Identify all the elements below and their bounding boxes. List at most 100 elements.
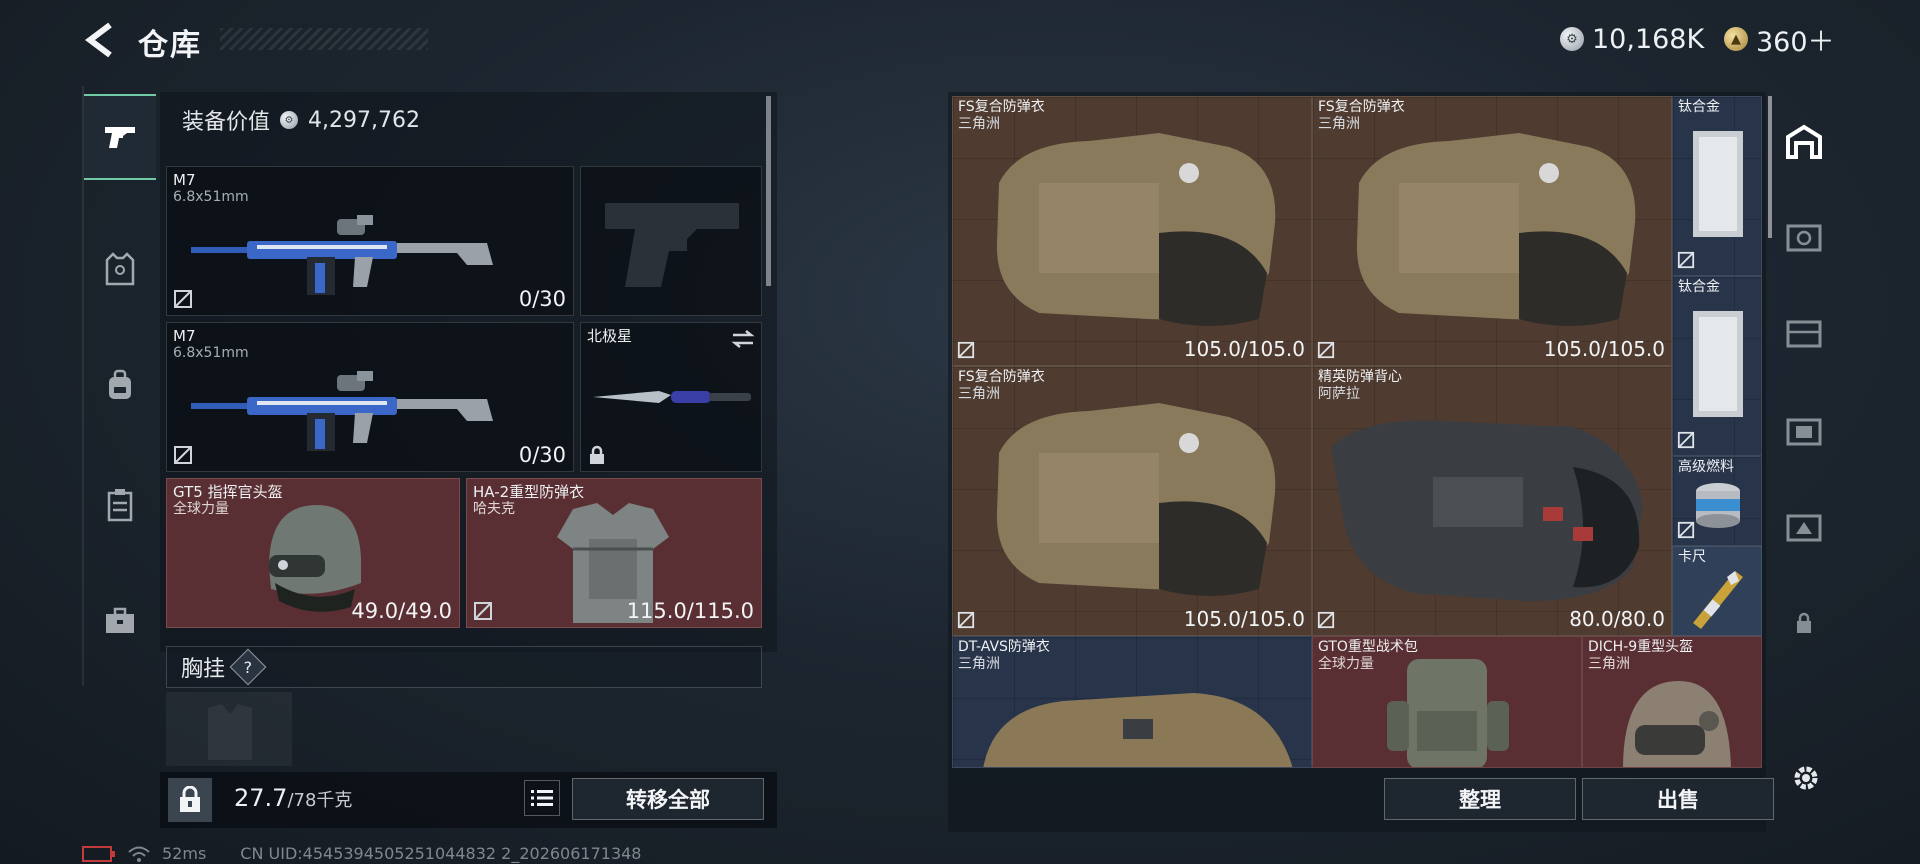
storage-scrollbar[interactable] — [1768, 96, 1772, 238]
wifi-icon — [128, 846, 150, 862]
armor-vest-image — [1331, 420, 1643, 602]
primary-weapon-slot[interactable]: M7 6.8x51mm 0/30 — [166, 166, 574, 316]
storage-item[interactable]: FS复合防弹衣 三角洲 105.0/105.0 — [952, 96, 1312, 366]
back-button[interactable] — [82, 20, 116, 60]
melee-slot[interactable]: 北极星 — [580, 322, 762, 472]
item-name: 钛合金 — [1678, 279, 1720, 295]
help-icon[interactable]: ? — [229, 648, 267, 686]
no-insure-icon — [474, 602, 492, 620]
nav-armor[interactable] — [84, 226, 156, 312]
armor-vest-icon — [105, 252, 135, 286]
no-insure-icon — [1677, 251, 1695, 269]
chest-rig-icon — [107, 489, 133, 522]
storage-item[interactable]: DICH-9重型头盔 三角洲 — [1582, 636, 1762, 768]
storage-item[interactable]: 高级燃料 — [1672, 456, 1762, 546]
gold-amount: 360＋ — [1756, 26, 1835, 58]
storage-item[interactable]: 精英防弹背心 阿萨拉 80.0/80.0 — [1312, 366, 1672, 636]
melee-name: 北极星 — [587, 327, 633, 345]
item-name: DICH-9重型头盔 — [1588, 639, 1694, 655]
storage-item[interactable]: FS复合防弹衣 三角洲 105.0/105.0 — [1312, 96, 1672, 366]
secondary-weapon-slot[interactable]: M7 6.8x51mm 0/30 — [166, 322, 574, 472]
settings-icon[interactable] — [1786, 758, 1826, 798]
pistol-placeholder-icon — [605, 203, 739, 287]
nav-case[interactable] — [84, 578, 156, 664]
armor-vest-image — [1356, 133, 1636, 326]
armor-vest-image — [996, 133, 1276, 326]
nav-chest-rig[interactable] — [84, 462, 156, 548]
chest-rig-placeholder-icon — [208, 704, 252, 760]
gold-coin-icon: ▲ — [1724, 27, 1748, 51]
item-name: DT-AVS防弹衣 — [958, 639, 1050, 655]
weight-current: 27.7 — [234, 784, 288, 812]
item-durability: 105.0/105.0 — [1543, 337, 1665, 361]
lock-button[interactable] — [168, 778, 212, 822]
title-decoration — [220, 28, 428, 50]
gold-balance[interactable]: ▲ 360＋ — [1724, 20, 1835, 58]
no-insure-icon — [174, 290, 192, 308]
sidearm-slot[interactable] — [580, 166, 762, 316]
storage-item[interactable]: 钛合金 — [1672, 276, 1762, 456]
storage-box-icon — [1786, 418, 1822, 446]
gear-icon — [1794, 766, 1818, 790]
chest-rig-section: 胸挂 ? — [166, 646, 762, 688]
help-symbol: ? — [243, 657, 253, 677]
transfer-all-button[interactable]: 转移全部 — [572, 778, 764, 820]
item-brand: 三角洲 — [958, 656, 1000, 672]
ping: 52ms — [162, 844, 207, 863]
storage-box-icon — [1786, 320, 1822, 348]
helmet-image — [1623, 681, 1731, 767]
no-insure-icon — [1317, 611, 1335, 629]
storage-tab-locked[interactable] — [1778, 592, 1830, 654]
helmet-durability: 49.0/49.0 — [351, 599, 452, 623]
coin-balance[interactable]: ⚙ 10,168K — [1560, 20, 1704, 58]
storage-item[interactable]: DT-AVS防弹衣 三角洲 — [952, 636, 1312, 768]
list-icon — [531, 790, 553, 806]
storage-tab-3[interactable] — [1778, 302, 1830, 364]
coin-amount: 10,168K — [1592, 23, 1705, 55]
ammo-count: 0/30 — [518, 287, 566, 311]
padlock-icon — [180, 786, 200, 812]
item-brand: 阿萨拉 — [1318, 386, 1360, 402]
loadout-scrollbar[interactable] — [766, 96, 771, 286]
swap-icon[interactable] — [731, 329, 755, 349]
nav-backpack[interactable] — [84, 342, 156, 428]
backpack-icon — [109, 369, 131, 399]
user-uid: CN UID:4545394505251044832 2_20260617134… — [240, 844, 642, 863]
item-brand: 全球力量 — [1318, 656, 1374, 672]
helmet-slot[interactable]: GT5 指挥官头盔 全球力量 49.0/49.0 — [166, 478, 460, 628]
equipment-value-amount: 4,297,762 — [308, 107, 420, 133]
item-durability: 105.0/105.0 — [1183, 337, 1305, 361]
body-armor-slot[interactable]: HA-2重型防弹衣 哈夫克 115.0/115.0 — [466, 478, 762, 628]
weapon-caliber: 6.8x51mm — [173, 189, 249, 205]
no-insure-icon — [1677, 431, 1695, 449]
lock-icon — [1797, 612, 1811, 633]
storage-box-icon — [1786, 224, 1822, 252]
storage-tab-main[interactable] — [1778, 110, 1830, 172]
item-name: FS复合防弹衣 — [958, 99, 1045, 115]
storage-item[interactable]: GTO重型战术包 全球力量 — [1312, 636, 1582, 768]
backpack-image — [1387, 659, 1509, 767]
equipment-value-label: 装备价值 — [182, 110, 271, 135]
rifle-image — [191, 215, 493, 295]
storage-item[interactable]: 钛合金 — [1672, 96, 1762, 276]
armor-vest-image — [983, 693, 1293, 767]
storage-item[interactable]: FS复合防弹衣 三角洲 105.0/105.0 — [952, 366, 1312, 636]
coin-icon: ⚙ — [1560, 27, 1584, 51]
storage-grid: FS复合防弹衣 三角洲 105.0/105.0 FS复合防弹衣 三角洲 105.… — [952, 96, 1762, 768]
chest-rig-slot[interactable] — [166, 692, 292, 766]
storage-tab-4[interactable] — [1778, 400, 1830, 462]
lock-icon — [590, 445, 604, 464]
sell-button[interactable]: 出售 — [1582, 778, 1774, 820]
storage-item[interactable]: 卡尺 — [1672, 546, 1762, 636]
coin-icon: ⚙ — [280, 111, 299, 129]
storage-tab-5[interactable] — [1778, 496, 1830, 558]
no-insure-icon — [1677, 521, 1695, 539]
nav-weapons[interactable] — [84, 94, 156, 180]
organize-button[interactable]: 整理 — [1384, 778, 1576, 820]
page-title: 仓库 — [138, 28, 202, 63]
storage-tab-2[interactable] — [1778, 206, 1830, 268]
no-insure-icon — [957, 611, 975, 629]
list-view-button[interactable] — [524, 780, 560, 816]
item-durability: 105.0/105.0 — [1183, 607, 1305, 631]
no-insure-icon — [174, 446, 192, 464]
